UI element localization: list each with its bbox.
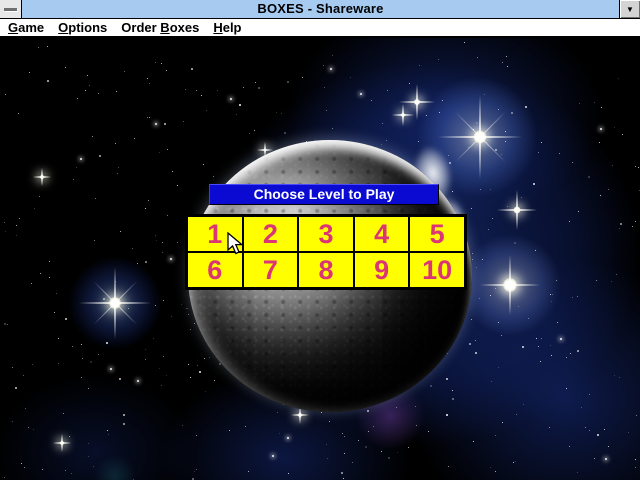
minimize-button[interactable]: ▼ — [619, 0, 640, 18]
window-title: BOXES - Shareware — [257, 1, 384, 16]
menu-game[interactable]: Game — [1, 19, 51, 36]
app-window: BOXES - Shareware ▼ Game Options Order B… — [0, 0, 640, 480]
game-area: Choose Level to Play 1 2 3 4 5 6 7 8 9 1… — [0, 38, 640, 480]
menu-options[interactable]: Options — [51, 19, 114, 36]
system-menu-button[interactable] — [0, 0, 22, 18]
menu-help[interactable]: Help — [206, 19, 248, 36]
level-button-5[interactable]: 5 — [409, 216, 465, 252]
level-button-7[interactable]: 7 — [242, 252, 299, 288]
star-icon — [480, 255, 540, 315]
star-icon — [497, 190, 537, 230]
star-icon — [33, 168, 51, 186]
level-button-10[interactable]: 10 — [409, 252, 465, 288]
titlebar[interactable]: BOXES - Shareware ▼ — [0, 0, 640, 19]
star-icon — [79, 267, 151, 339]
level-button-3[interactable]: 3 — [298, 216, 354, 252]
minimize-icon: ▼ — [626, 4, 634, 14]
level-button-9[interactable]: 9 — [353, 252, 410, 288]
star-icon — [392, 104, 414, 126]
level-button-4[interactable]: 4 — [353, 216, 410, 252]
level-button-2[interactable]: 2 — [242, 216, 299, 252]
level-dialog-title: Choose Level to Play — [209, 184, 439, 205]
menubar: Game Options Order Boxes Help — [0, 19, 640, 38]
level-button-6[interactable]: 6 — [187, 252, 243, 288]
mouse-cursor-icon — [227, 232, 244, 255]
menu-order-boxes[interactable]: Order Boxes — [114, 19, 206, 36]
star-icon — [53, 434, 71, 452]
system-menu-icon — [4, 7, 17, 11]
level-button-8[interactable]: 8 — [298, 252, 354, 288]
